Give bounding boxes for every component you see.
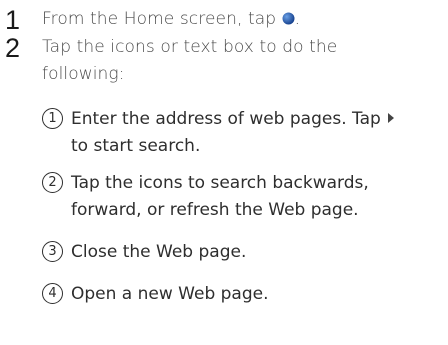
item-number-1: 1 — [42, 108, 63, 129]
play-triangle-icon — [388, 113, 395, 123]
item-number-2: 2 — [42, 172, 63, 193]
item-number-4: 4 — [42, 283, 63, 304]
step-number-1: 1 — [5, 5, 21, 35]
step-2-text: Tap the icons or text box to do the foll… — [42, 34, 337, 88]
globe-icon — [282, 7, 295, 25]
item-1-line1: Enter the address of web pages. Tap — [71, 109, 381, 129]
step-1-text: From the Home screen, tap . — [42, 6, 300, 33]
item-3-line1: Close the Web page. — [71, 242, 247, 262]
item-4-line1: Open a new Web page. — [71, 284, 269, 304]
item-2-line2: forward, or refresh the Web page. — [71, 200, 359, 220]
item-2-line1: Tap the icons to search backwards, — [71, 173, 369, 193]
step-number-2: 2 — [5, 33, 21, 63]
step-1-text-before: From the Home screen, tap — [42, 9, 277, 29]
list-item: 1 Enter the address of web pages. Tap to… — [42, 106, 442, 160]
item-number-3: 3 — [42, 241, 63, 262]
list-item: 4 Open a new Web page. — [42, 281, 442, 308]
step-1-text-after: . — [294, 9, 301, 29]
list-item: 3 Close the Web page. — [42, 239, 442, 266]
step-2-line1: Tap the icons or text box to do the — [42, 37, 338, 57]
list-item: 2 Tap the icons to search backwards, for… — [42, 170, 442, 224]
item-1-line2: to start search. — [71, 136, 201, 156]
step-2-line2: following: — [42, 64, 125, 84]
